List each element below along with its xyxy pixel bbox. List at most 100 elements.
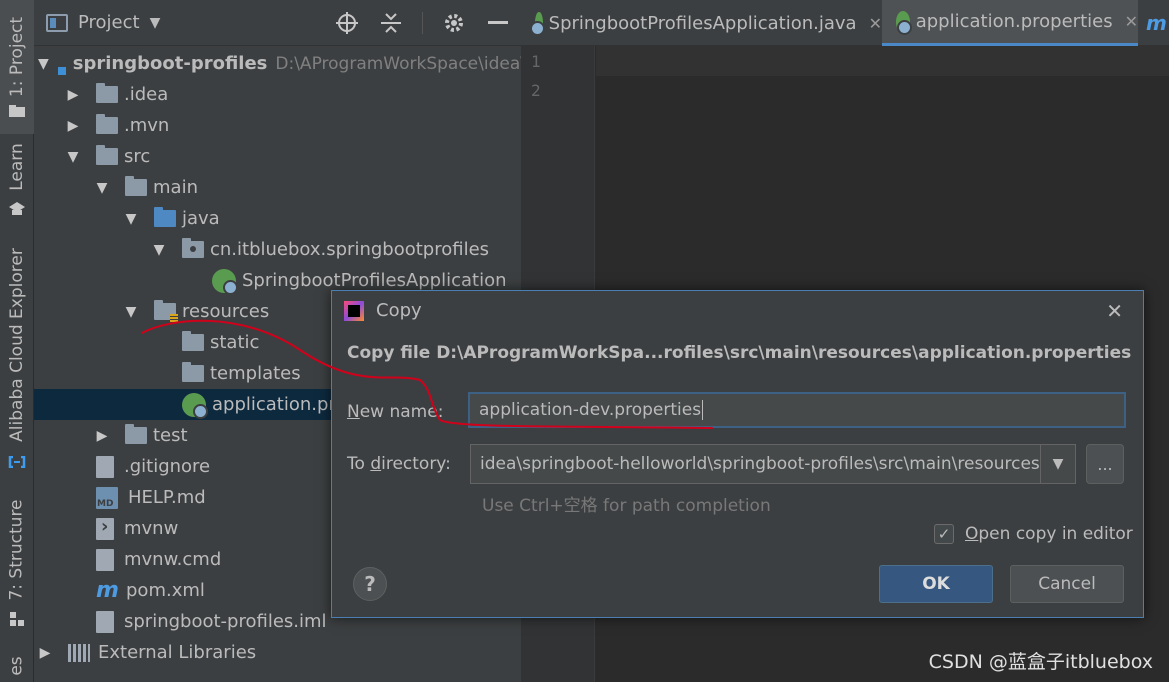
tree-item-label: java — [182, 208, 220, 229]
mnemonic: O — [965, 524, 979, 544]
tool-tab-partial[interactable]: es — [0, 650, 34, 682]
tab-springboot-application-java[interactable]: SpringbootProfilesApplication.java ✕ — [521, 0, 882, 46]
tree-item-label: mvnw.cmd — [124, 549, 222, 570]
tab-overflow[interactable]: m — [1138, 0, 1169, 46]
close-icon[interactable]: ✕ — [1106, 299, 1123, 323]
to-directory-combo[interactable]: idea\springboot-helloworld\springboot-pr… — [470, 444, 1076, 484]
tool-tab-partial-label: es — [6, 656, 27, 676]
close-icon[interactable]: ✕ — [1125, 12, 1138, 31]
chevron-right-icon[interactable]: ▶ — [38, 645, 52, 661]
tree-item-mvn[interactable]: ▶ .mvn — [34, 110, 521, 141]
tree-item-idea[interactable]: ▶ .idea — [34, 79, 521, 110]
tree-item-label: templates — [210, 363, 301, 384]
chevron-down-icon[interactable]: ▼ — [38, 56, 49, 72]
browse-button[interactable]: ... — [1086, 444, 1124, 484]
maven-icon: m — [1146, 11, 1167, 35]
minimize-icon[interactable] — [485, 10, 511, 36]
chevron-down-icon[interactable]: ▼ — [95, 180, 109, 196]
tree-item-label: .idea — [124, 84, 169, 105]
maven-icon: m — [96, 578, 119, 603]
tree-item-label: main — [153, 177, 198, 198]
project-view-selector[interactable]: Project ▼ — [46, 12, 160, 33]
libraries-icon — [68, 643, 90, 662]
tree-item-label: static — [210, 332, 260, 353]
folder-icon — [125, 424, 147, 444]
current-line-highlight[interactable] — [596, 46, 1169, 76]
open-copy-label[interactable]: Open copy in editor — [965, 524, 1133, 544]
tree-item-label: cn.itbluebox.springbootprofiles — [210, 239, 490, 260]
dialog-title: Copy — [376, 300, 422, 321]
label-text: To — [347, 454, 371, 474]
tool-tab-structure-label: 7: Structure — [7, 499, 27, 601]
folder-icon — [96, 114, 118, 134]
source-folder-icon — [154, 207, 176, 227]
folder-icon — [8, 104, 26, 118]
chevron-down-icon[interactable]: ▼ — [66, 149, 80, 165]
tree-item-package[interactable]: ▼ cn.itbluebox.springbootprofiles — [34, 234, 521, 265]
module-path: D:\AProgramWorkSpace\idea\s — [275, 53, 535, 74]
locate-icon[interactable] — [334, 10, 360, 36]
chevron-down-icon[interactable]: ▼ — [124, 304, 138, 320]
open-copy-checkbox[interactable]: ✓ — [934, 524, 954, 544]
tree-item-label: src — [124, 146, 151, 167]
cancel-button[interactable]: Cancel — [1010, 565, 1124, 603]
label-text: pen copy in editor — [978, 524, 1133, 544]
spring-properties-icon — [896, 10, 912, 35]
chevron-right-icon[interactable]: ▶ — [66, 87, 80, 103]
line-number: 1 — [531, 52, 541, 71]
tool-tab-alibaba-label: Alibaba Cloud Explorer — [7, 248, 28, 442]
chevron-right-icon[interactable]: ▶ — [66, 118, 80, 134]
chevron-down-icon[interactable]: ▼ — [1040, 445, 1075, 483]
chevron-right-icon[interactable]: ▶ — [95, 428, 109, 444]
new-name-input[interactable]: application-dev.properties — [468, 392, 1126, 428]
intellij-logo-icon — [344, 300, 364, 321]
tool-tab-learn-label: Learn — [7, 143, 28, 191]
tree-item-label: springboot-profiles.iml — [124, 611, 327, 632]
project-panel-title: Project — [78, 12, 140, 33]
line-number: 2 — [531, 81, 541, 100]
tree-item-src[interactable]: ▼ src — [34, 141, 521, 172]
tree-item-label: test — [153, 425, 188, 446]
to-directory-label: To directory: — [347, 454, 451, 474]
help-button[interactable]: ? — [353, 567, 387, 601]
file-icon — [96, 548, 114, 571]
tree-item-label: application.pro — [212, 394, 347, 415]
tree-item-label: External Libraries — [98, 642, 257, 663]
project-icon — [46, 13, 68, 32]
tab-application-properties[interactable]: application.properties ✕ — [882, 0, 1138, 46]
copy-dialog: Copy ✕ Copy file D:\AProgramWorkSpa...ro… — [331, 290, 1144, 618]
module-file-icon — [96, 610, 114, 633]
folder-icon — [182, 362, 204, 382]
to-directory-value: idea\springboot-helloworld\springboot-pr… — [480, 454, 1040, 474]
tree-item-label: pom.xml — [126, 580, 205, 601]
new-name-label: New name: — [347, 402, 443, 422]
tab-label: SpringbootProfilesApplication.java — [548, 12, 857, 34]
collapse-all-icon[interactable] — [378, 10, 404, 36]
close-icon[interactable]: ✕ — [869, 14, 882, 33]
tree-item-java[interactable]: ▼ java — [34, 203, 521, 234]
folder-icon — [125, 176, 147, 196]
folder-icon — [96, 145, 118, 165]
chevron-down-icon[interactable]: ▼ — [152, 242, 166, 258]
tree-item-main[interactable]: ▼ main — [34, 172, 521, 203]
chevron-down-icon: ▼ — [149, 14, 161, 31]
path-completion-hint: Use Ctrl+空格 for path completion — [482, 496, 771, 516]
tool-tab-alibaba-cloud-explorer[interactable]: Alibaba Cloud Explorer — [0, 240, 34, 450]
tree-item-springboot-profiles[interactable]: ▼ springboot-profiles D:\AProgramWorkSpa… — [34, 48, 535, 79]
ok-button[interactable]: OK — [879, 565, 993, 603]
text-cursor — [702, 400, 704, 420]
markdown-file-icon — [96, 486, 118, 509]
tool-tab-structure[interactable]: 7: Structure — [0, 495, 34, 605]
tree-item-label: resources — [182, 301, 270, 322]
editor-tab-bar: SpringbootProfilesApplication.java ✕ app… — [521, 0, 1169, 46]
label-text: irectory: — [381, 454, 451, 474]
tree-item-label: HELP.md — [128, 487, 206, 508]
tree-item-external-libraries[interactable]: ▶ External Libraries — [34, 637, 521, 668]
structure-icon — [8, 612, 26, 626]
alibaba-cloud-icon — [8, 455, 26, 469]
spring-class-icon — [529, 12, 545, 36]
tree-item-label: .mvn — [124, 115, 170, 136]
tree-item-label: springboot-profiles — [72, 53, 268, 74]
gear-icon[interactable] — [441, 10, 467, 36]
chevron-down-icon[interactable]: ▼ — [124, 211, 138, 227]
